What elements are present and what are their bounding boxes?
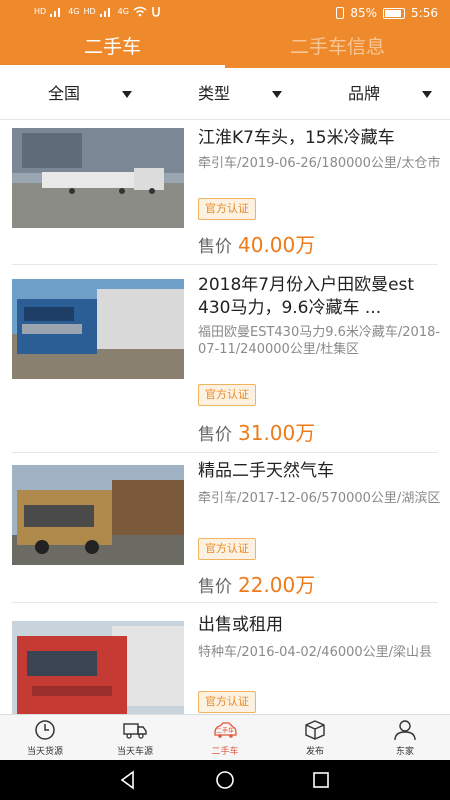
certified-badge: 官方认证	[198, 198, 256, 220]
listing-title: 精品二手天然气车	[198, 461, 334, 481]
price-label: 售价	[198, 577, 232, 597]
battery-percent: 85%	[350, 6, 378, 20]
nav-used-cars[interactable]: 二手车 二手车	[180, 715, 270, 761]
listing-meta: 牵引车/2019-06-26/180000公里/太仓市	[198, 156, 441, 171]
nav-label: 当天货源	[26, 747, 63, 757]
network-type-label: 4G	[68, 7, 80, 16]
home-icon[interactable]	[215, 770, 235, 790]
clock-icon	[35, 720, 55, 740]
tab-used-car-info[interactable]: 二手车信息	[225, 28, 450, 68]
certified-badge: 官方认证	[198, 538, 256, 560]
listing-list[interactable]: 江淮K7车头，15米冷藏车 牵引车/2019-06-26/180000公里/太仓…	[0, 120, 450, 714]
status-right: 85% 5:56	[336, 6, 438, 20]
filter-bar: 全国 类型 品牌	[0, 68, 450, 120]
filter-type-label: 类型	[198, 84, 231, 103]
app-notification-icon	[152, 7, 160, 17]
nav-today-cargo[interactable]: 当天货源	[0, 715, 90, 761]
used-car-icon-text: 二手车	[216, 727, 234, 735]
dropdown-caret-icon	[422, 91, 432, 98]
listing-price: 售价 22.00万	[198, 569, 315, 598]
price-value: 22.00万	[238, 573, 316, 597]
box-icon	[305, 720, 325, 740]
truck-icon	[123, 723, 147, 739]
tab-used-car-info-label: 二手车信息	[289, 36, 385, 58]
price-value: 31.00万	[238, 421, 316, 445]
person-icon	[394, 720, 416, 741]
recents-icon[interactable]	[311, 770, 331, 790]
used-car-icon: 二手车	[214, 722, 237, 738]
system-nav-bar	[0, 760, 450, 800]
filter-brand[interactable]: 品牌	[348, 68, 438, 120]
network-indicators: HD 4G HD 4G	[34, 6, 161, 17]
listing-photo	[12, 621, 184, 714]
listing-item[interactable]: 出售或租用 特种车/2016-04-02/46000公里/梁山县 官方认证	[0, 603, 450, 714]
filter-region-label: 全国	[48, 84, 81, 103]
listing-title: 2018年7月份入户田欧曼est 430马力，9.6冷藏车 ...	[198, 275, 415, 318]
signal-icon	[50, 7, 64, 17]
top-tabs: 二手车 二手车信息	[0, 28, 450, 68]
listing-photo	[12, 465, 184, 565]
listing-price: 售价 31.00万	[198, 417, 315, 446]
nav-label: 二手车	[211, 747, 239, 757]
clock-time: 5:56	[411, 6, 438, 20]
network-type-label-2: 4G	[117, 7, 129, 16]
price-label: 售价	[198, 425, 232, 445]
certified-badge: 官方认证	[198, 691, 256, 713]
listing-item[interactable]: 江淮K7车头，15米冷藏车 牵引车/2019-06-26/180000公里/太仓…	[0, 120, 450, 265]
dropdown-caret-icon	[122, 91, 132, 98]
tab-used-cars[interactable]: 二手车	[0, 28, 225, 68]
certified-badge: 官方认证	[198, 384, 256, 406]
hd-label-2: HD	[83, 7, 96, 16]
status-bar: HD 4G HD 4G 85% 5:56	[0, 0, 450, 28]
listing-item[interactable]: 2018年7月份入户田欧曼est 430马力，9.6冷藏车 ... 福田欧曼ES…	[0, 265, 450, 453]
signal-icon-2	[99, 7, 114, 17]
nav-label: 当天车源	[116, 747, 153, 757]
listing-meta: 牵引车/2017-12-06/570000公里/湖滨区	[198, 491, 441, 506]
listing-price: 售价 40.00万	[198, 229, 315, 258]
price-label: 售价	[198, 237, 232, 257]
nav-label: 东家	[395, 747, 414, 757]
listing-item[interactable]: 精品二手天然气车 牵引车/2017-12-06/570000公里/湖滨区 官方认…	[0, 453, 450, 603]
nav-publish[interactable]: 发布	[270, 715, 360, 761]
price-value: 40.00万	[238, 233, 316, 257]
filter-brand-label: 品牌	[348, 84, 381, 103]
listing-photo	[12, 128, 184, 228]
filter-region[interactable]: 全国	[48, 68, 138, 120]
bottom-nav: 当天货源 当天车源 二手车 二手车 发布 东家	[0, 714, 450, 760]
nav-today-trucks[interactable]: 当天车源	[90, 715, 180, 761]
listing-title: 江淮K7车头，15米冷藏车	[198, 128, 395, 148]
back-icon[interactable]	[118, 770, 138, 790]
dropdown-caret-icon	[272, 91, 282, 98]
vibrate-icon	[336, 7, 345, 19]
listing-meta: 特种车/2016-04-02/46000公里/梁山县	[198, 645, 433, 660]
hd-label: HD	[34, 7, 47, 16]
filter-type[interactable]: 类型	[198, 68, 288, 120]
nav-label: 发布	[305, 747, 324, 757]
listing-title: 出售或租用	[198, 615, 283, 635]
listing-photo	[12, 279, 184, 379]
battery-icon	[383, 7, 406, 19]
wifi-icon	[133, 6, 147, 17]
listing-meta: 福田欧曼EST430马力9.6米冷藏车/2018-07-11/240000公里/…	[198, 325, 441, 357]
tab-used-cars-label: 二手车	[83, 36, 141, 58]
nav-owner[interactable]: 东家	[360, 715, 450, 761]
